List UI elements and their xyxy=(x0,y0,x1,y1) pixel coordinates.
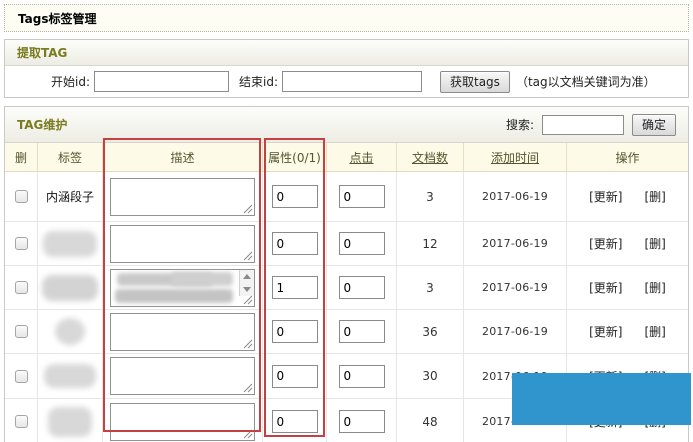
table-row: 3 2017-06-19 [更新] [删] xyxy=(5,266,688,310)
doc-count-cell: 3 xyxy=(397,172,464,222)
get-tags-button[interactable]: 获取tags xyxy=(440,71,510,93)
tags-manager-screen: Tags标签管理 提取TAG 开始id: 结束id: 获取tags （tag以文… xyxy=(0,0,693,442)
attribute-input[interactable] xyxy=(272,276,318,299)
page-title-bar: Tags标签管理 xyxy=(4,4,689,32)
page-title: Tags标签管理 xyxy=(18,10,96,27)
attribute-input[interactable] xyxy=(272,320,318,343)
description-textarea[interactable] xyxy=(110,269,255,307)
delete-link[interactable]: [删] xyxy=(645,235,666,252)
clicks-input[interactable] xyxy=(339,185,385,208)
col-header-delete: 删 xyxy=(5,143,38,172)
extract-tag-panel-title: 提取TAG xyxy=(5,40,688,66)
doc-count-cell: 12 xyxy=(397,222,464,266)
clicks-input[interactable] xyxy=(339,320,385,343)
table-row: 12 2017-06-19 [更新] [删] xyxy=(5,222,688,266)
scroll-up-icon[interactable] xyxy=(240,270,254,283)
delete-link[interactable]: [删] xyxy=(645,279,666,296)
clicks-input[interactable] xyxy=(339,410,385,433)
col-header-clicks[interactable]: 点击 xyxy=(327,143,397,172)
redacted-tag-blob xyxy=(55,318,85,345)
table-header-row: 删 标签 描述 属性(0/1) 点击 文档数 添加时间 操作 xyxy=(5,143,688,172)
extract-tag-title-label: 提取TAG xyxy=(17,44,67,61)
update-link[interactable]: [更新] xyxy=(589,279,622,296)
description-textarea[interactable] xyxy=(111,226,254,262)
update-link[interactable]: [更新] xyxy=(589,323,622,340)
tag-maintain-title-label: TAG维护 xyxy=(17,116,67,133)
doc-count-cell: 3 xyxy=(397,266,464,310)
row-checkbox[interactable] xyxy=(15,190,28,203)
blue-censor-overlay xyxy=(512,373,691,425)
end-id-input[interactable] xyxy=(282,71,422,92)
table-row: 36 2017-06-19 [更新] [删] xyxy=(5,310,688,354)
delete-link[interactable]: [删] xyxy=(645,188,666,205)
doc-count-cell: 30 xyxy=(397,354,464,399)
redacted-tag-blob xyxy=(44,364,96,388)
search-confirm-button[interactable]: 确定 xyxy=(632,114,676,136)
date-added-cell: 2017-06-19 xyxy=(464,222,567,266)
attribute-input[interactable] xyxy=(272,232,318,255)
redacted-tag-blob xyxy=(42,275,98,301)
description-textarea[interactable] xyxy=(111,314,254,350)
clicks-input[interactable] xyxy=(339,232,385,255)
col-header-date-added[interactable]: 添加时间 xyxy=(464,143,567,172)
col-header-description: 描述 xyxy=(103,143,263,172)
col-header-actions: 操作 xyxy=(567,143,688,172)
row-checkbox[interactable] xyxy=(15,237,28,250)
redacted-text-blob xyxy=(171,272,233,286)
row-checkbox[interactable] xyxy=(15,325,28,338)
row-checkbox[interactable] xyxy=(15,281,28,294)
doc-count-cell: 36 xyxy=(397,310,464,354)
search-area: 搜索: 确定 xyxy=(506,114,676,136)
extract-tag-panel: 提取TAG 开始id: 结束id: 获取tags （tag以文档关键词为准） xyxy=(4,39,689,98)
col-header-tag: 标签 xyxy=(38,143,103,172)
attribute-input[interactable] xyxy=(272,410,318,433)
start-id-label: 开始id: xyxy=(51,73,90,90)
resize-grip-icon xyxy=(243,295,253,305)
clicks-input[interactable] xyxy=(339,365,385,388)
extract-tag-form: 开始id: 结束id: 获取tags （tag以文档关键词为准） xyxy=(5,66,688,97)
description-textarea[interactable] xyxy=(111,358,254,394)
date-added-cell: 2017-06-19 xyxy=(464,310,567,354)
clicks-input[interactable] xyxy=(339,276,385,299)
col-header-attribute: 属性(0/1) xyxy=(263,143,327,172)
update-link[interactable]: [更新] xyxy=(589,235,622,252)
textarea-scrollbar[interactable] xyxy=(239,270,254,296)
doc-count-cell: 48 xyxy=(397,399,464,442)
delete-link[interactable]: [删] xyxy=(645,323,666,340)
update-link[interactable]: [更新] xyxy=(589,188,622,205)
start-id-input[interactable] xyxy=(94,71,229,92)
table-row: 内涵段子 3 2017-06-19 [更新] [删] xyxy=(5,172,688,222)
tag-maintain-panel-title: TAG维护 搜索: 确定 xyxy=(5,107,688,143)
tag-name: 内涵段子 xyxy=(46,188,94,205)
date-added-cell: 2017-06-19 xyxy=(464,172,567,222)
scroll-down-icon[interactable] xyxy=(240,283,254,296)
redacted-tag-blob xyxy=(43,231,97,257)
search-label: 搜索: xyxy=(506,116,534,133)
description-textarea[interactable] xyxy=(111,404,254,440)
description-textarea[interactable] xyxy=(111,179,254,215)
row-checkbox[interactable] xyxy=(15,370,28,383)
redacted-text-blob xyxy=(115,289,233,303)
attribute-input[interactable] xyxy=(272,365,318,388)
date-added-cell: 2017-06-19 xyxy=(464,266,567,310)
attribute-input[interactable] xyxy=(272,185,318,208)
search-input[interactable] xyxy=(542,115,624,135)
redacted-tag-blob xyxy=(48,407,92,437)
col-header-doc-count[interactable]: 文档数 xyxy=(397,143,464,172)
row-checkbox[interactable] xyxy=(15,415,28,428)
end-id-label: 结束id: xyxy=(239,73,278,90)
get-tags-note: （tag以文档关键词为准） xyxy=(516,73,656,90)
